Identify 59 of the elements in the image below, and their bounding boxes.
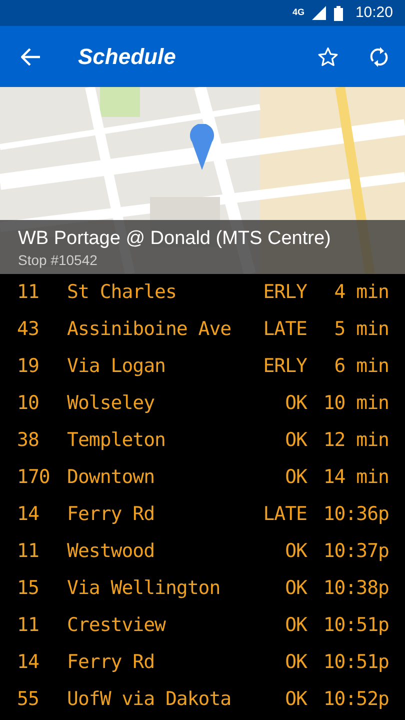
route-number: 11 bbox=[16, 613, 40, 638]
route-number: 10 bbox=[16, 391, 40, 416]
status: OK bbox=[284, 687, 307, 712]
destination: Assiniboine Ave bbox=[67, 317, 232, 342]
status: ERLY bbox=[262, 280, 307, 306]
route-number: 43 bbox=[16, 317, 40, 342]
destination: Ferry Rd bbox=[67, 502, 156, 528]
status: OK bbox=[284, 613, 307, 638]
destination: Wolseley bbox=[67, 391, 156, 416]
arrival-time: 12 min bbox=[322, 428, 390, 454]
destination: Westwood bbox=[67, 539, 156, 564]
status: OK bbox=[284, 465, 307, 490]
route-number: 170 bbox=[16, 465, 51, 490]
battery-icon bbox=[334, 6, 344, 20]
route-number: 14 bbox=[16, 650, 40, 676]
arrival-time: 10:36p bbox=[322, 502, 390, 528]
destination: Downtown bbox=[67, 465, 156, 490]
route-number: 15 bbox=[16, 576, 40, 602]
status: OK bbox=[284, 576, 307, 602]
arrival-time: 14 min bbox=[322, 465, 390, 490]
arrival-time: 10:37p bbox=[322, 539, 390, 564]
star-icon bbox=[317, 46, 339, 68]
status: LATE bbox=[262, 502, 307, 528]
route-number: 14 bbox=[16, 502, 40, 528]
arrival-time: 6 min bbox=[333, 354, 390, 380]
arrival-time: 10:38p bbox=[322, 576, 390, 602]
map-pin-icon bbox=[190, 124, 214, 170]
network-type: 4G bbox=[292, 6, 304, 20]
route-number: 11 bbox=[16, 280, 40, 306]
screen-title: Schedule bbox=[78, 43, 177, 71]
stop-number: Stop #10542 bbox=[18, 251, 98, 269]
route-number: 11 bbox=[16, 539, 40, 564]
destination: Templeton bbox=[67, 428, 166, 454]
refresh-icon bbox=[369, 46, 389, 68]
arrival-time: 10 min bbox=[322, 391, 390, 416]
route-number: 38 bbox=[16, 428, 40, 454]
route-number: 55 bbox=[16, 687, 40, 712]
status: ERLY bbox=[262, 354, 307, 380]
clock: 10:20 bbox=[355, 2, 393, 23]
arrival-time: 10:51p bbox=[322, 613, 390, 638]
arrival-time: 10:51p bbox=[322, 650, 390, 676]
destination: UofW via Dakota bbox=[67, 687, 232, 712]
arrival-time: 4 min bbox=[333, 280, 390, 306]
status: OK bbox=[284, 391, 307, 416]
status: OK bbox=[284, 428, 307, 454]
destination: St Charles bbox=[67, 280, 178, 306]
route-number: 19 bbox=[16, 354, 40, 380]
arrival-time: 10:52p bbox=[322, 687, 390, 712]
signal-icon bbox=[312, 6, 326, 20]
stop-name: WB Portage @ Donald (MTS Centre) bbox=[18, 227, 332, 251]
destination: Via Wellington bbox=[67, 576, 222, 602]
arrival-time: 5 min bbox=[333, 317, 390, 342]
destination: Via Logan bbox=[67, 354, 166, 380]
destination: Crestview bbox=[67, 613, 167, 638]
status: OK bbox=[284, 650, 307, 676]
back-arrow-icon bbox=[21, 48, 41, 66]
status: OK bbox=[284, 539, 307, 564]
destination: Ferry Rd bbox=[67, 650, 156, 676]
status: LATE bbox=[262, 317, 307, 342]
